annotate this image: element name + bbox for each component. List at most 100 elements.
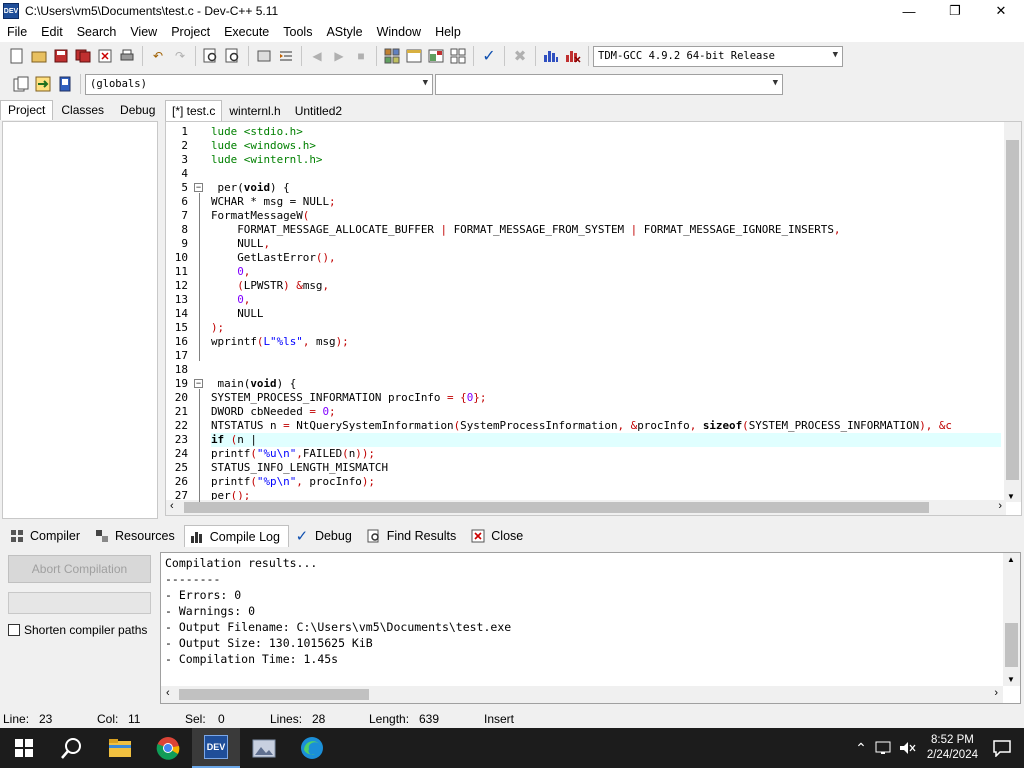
tab-debug[interactable]: Debug	[112, 100, 163, 120]
menu-execute[interactable]: Execute	[217, 25, 276, 39]
tab-resources[interactable]: Resources	[89, 525, 184, 547]
save-icon[interactable]	[51, 46, 71, 66]
devcpp-taskbar-button[interactable]: DEV	[192, 728, 240, 768]
find-icon[interactable]	[201, 46, 221, 66]
tab-compile-log[interactable]: Compile Log	[183, 525, 289, 547]
notifications-icon[interactable]	[992, 739, 1012, 757]
menu-edit[interactable]: Edit	[34, 25, 70, 39]
editor-vertical-scrollbar[interactable]: ▼	[1004, 122, 1021, 502]
tab-find-results[interactable]: Find Results	[361, 525, 465, 547]
menu-file[interactable]: File	[0, 25, 34, 39]
tab-classes[interactable]: Classes	[53, 100, 112, 120]
chevron-up-icon[interactable]: ⌃	[855, 740, 867, 757]
code-line[interactable]: lude <windows.h>	[211, 139, 1001, 153]
code-line[interactable]: if (n |	[211, 433, 1001, 447]
log-horizontal-scrollbar[interactable]: ‹ ›	[161, 686, 1003, 703]
code-line[interactable]: FormatMessageW(	[211, 209, 1001, 223]
code-line[interactable]: lude <winternl.h>	[211, 153, 1001, 167]
scroll-left-icon[interactable]: ‹	[166, 687, 170, 699]
grid-icon[interactable]	[448, 46, 468, 66]
code-line[interactable]: NULL,	[211, 237, 1001, 251]
file-explorer-taskbar-button[interactable]	[96, 728, 144, 768]
code-line[interactable]: FORMAT_MESSAGE_ALLOCATE_BUFFER | FORMAT_…	[211, 223, 1001, 237]
code-line[interactable]	[211, 349, 1001, 363]
scroll-down-icon[interactable]: ▼	[1007, 675, 1015, 684]
code-line[interactable]: lude <stdio.h>	[211, 125, 1001, 139]
menu-view[interactable]: View	[123, 25, 164, 39]
code-line[interactable]: GetLastError(),	[211, 251, 1001, 265]
code-line[interactable]: WCHAR * msg = NULL;	[211, 195, 1001, 209]
editor-tab-untitled2[interactable]: Untitled2	[288, 100, 349, 121]
code-line[interactable]: printf("%u\n",FAILED(n));	[211, 447, 1001, 461]
close-window-button[interactable]: ✕	[978, 0, 1024, 22]
close-file-icon[interactable]	[95, 46, 115, 66]
goto-back-icon[interactable]: ◀	[307, 46, 327, 66]
scroll-right-icon[interactable]: ›	[994, 687, 998, 699]
project-tree[interactable]	[2, 121, 158, 519]
insert-icon[interactable]	[11, 74, 31, 94]
scrollbar-thumb[interactable]	[179, 689, 369, 700]
scrollbar-thumb[interactable]	[1005, 623, 1018, 667]
profile-chart-icon[interactable]	[541, 46, 561, 66]
scroll-right-icon[interactable]: ›	[998, 500, 1002, 512]
code-line[interactable]: 0,	[211, 293, 1001, 307]
menu-search[interactable]: Search	[70, 25, 124, 39]
code-line[interactable]: wprintf(L"%ls", msg);	[211, 335, 1001, 349]
code-line[interactable]	[211, 363, 1001, 377]
editor-horizontal-scrollbar[interactable]: ‹ ›	[166, 500, 1006, 515]
undo-icon[interactable]: ↶	[148, 46, 168, 66]
code-line[interactable]: main(void) {	[211, 377, 1001, 391]
code-line[interactable]: );	[211, 321, 1001, 335]
volume-muted-icon[interactable]	[899, 741, 917, 755]
editor-tab-test-c[interactable]: [*] test.c	[165, 100, 223, 121]
photos-taskbar-button[interactable]	[240, 728, 288, 768]
search-button[interactable]	[48, 728, 96, 768]
tab-debug-output[interactable]: ✓ Debug	[289, 525, 361, 547]
code-text[interactable]: lude <stdio.h> lude <windows.h> lude <wint…	[211, 122, 1001, 502]
tile-icon[interactable]	[382, 46, 402, 66]
chrome-taskbar-button[interactable]	[144, 728, 192, 768]
menu-project[interactable]: Project	[164, 25, 217, 39]
menu-help[interactable]: Help	[428, 25, 468, 39]
shorten-paths-checkbox[interactable]	[8, 624, 20, 636]
code-line[interactable]: (LPWSTR) &msg,	[211, 279, 1001, 293]
minimize-button[interactable]: —	[886, 0, 932, 22]
code-line[interactable]: NTSTATUS n = NtQuerySystemInformation(Sy…	[211, 419, 1001, 433]
shorten-paths-option[interactable]: Shorten compiler paths	[8, 623, 147, 637]
open-file-icon[interactable]	[29, 46, 49, 66]
fold-toggle-icon[interactable]: −	[194, 379, 203, 388]
window-icon[interactable]	[404, 46, 424, 66]
save-all-icon[interactable]	[73, 46, 93, 66]
menu-astyle[interactable]: AStyle	[319, 25, 369, 39]
delete-profile-icon[interactable]	[563, 46, 583, 66]
scrollbar-thumb[interactable]	[184, 502, 929, 513]
tab-close[interactable]: Close	[465, 525, 532, 547]
code-line[interactable]	[211, 167, 1001, 181]
tab-project[interactable]: Project	[0, 100, 54, 120]
tab-compiler[interactable]: Compiler	[4, 525, 89, 547]
log-vertical-scrollbar[interactable]: ▲ ▼	[1003, 553, 1020, 686]
abort-compilation-button[interactable]: Abort Compilation	[8, 555, 151, 583]
menu-window[interactable]: Window	[370, 25, 428, 39]
print-icon[interactable]	[117, 46, 137, 66]
compiler-select[interactable]: TDM-GCC 4.9.2 64-bit Release ▼	[593, 45, 843, 67]
start-button[interactable]	[0, 728, 48, 768]
code-line[interactable]: printf("%p\n", procInfo);	[211, 475, 1001, 489]
scope-select[interactable]: (globals) ▼	[85, 73, 433, 95]
scroll-left-icon[interactable]: ‹	[170, 500, 174, 512]
members-select[interactable]: ▼	[435, 73, 783, 95]
fold-toggle-icon[interactable]: −	[194, 183, 203, 192]
redo-icon[interactable]: ↷	[170, 46, 190, 66]
goto-icon[interactable]	[33, 74, 53, 94]
code-line[interactable]: SYSTEM_PROCESS_INFORMATION procInfo = {0…	[211, 391, 1001, 405]
editor-tab-winternl-h[interactable]: winternl.h	[222, 100, 287, 121]
replace-icon[interactable]	[223, 46, 243, 66]
indent-icon[interactable]	[276, 46, 296, 66]
code-line[interactable]: 0,	[211, 265, 1001, 279]
system-clock[interactable]: 8:52 PM 2/24/2024	[927, 733, 978, 763]
bookmark-icon[interactable]: ■	[351, 46, 371, 66]
new-file-icon[interactable]	[7, 46, 27, 66]
stop-icon[interactable]: ✖	[510, 46, 530, 66]
syntax-check-icon[interactable]: ✓	[479, 46, 499, 66]
compile-log-output[interactable]: Compilation results... -------- - Errors…	[160, 552, 1021, 704]
